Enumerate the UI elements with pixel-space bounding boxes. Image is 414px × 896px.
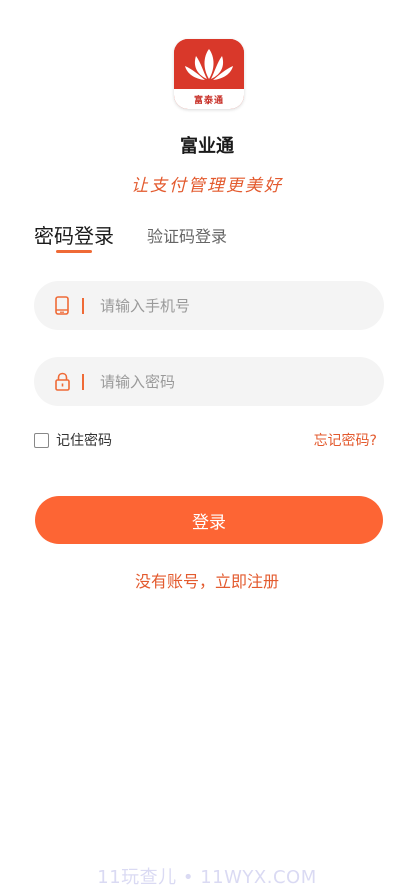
logo-text: 富泰通 (193, 95, 224, 106)
app-slogan: 让支付管理更美好 (131, 176, 283, 196)
remember-label: 记住密码 (56, 433, 112, 449)
phone-input[interactable] (100, 296, 340, 315)
password-field[interactable] (34, 357, 384, 406)
remember-checkbox[interactable] (34, 432, 49, 448)
field-separator (82, 373, 84, 390)
active-tab-indicator (56, 250, 92, 253)
app-name: 富业通 (180, 136, 234, 157)
tab-code-login[interactable]: 验证码登录 (147, 223, 227, 247)
login-button[interactable]: 登录 (35, 496, 383, 544)
phone-icon (53, 296, 71, 316)
field-separator (82, 297, 84, 314)
register-link[interactable]: 没有账号，立即注册 (0, 568, 414, 592)
tab-password-login[interactable]: 密码登录 (34, 220, 114, 249)
phone-field[interactable] (34, 281, 384, 330)
lock-icon (53, 372, 71, 392)
forgot-password-link[interactable]: 忘记密码? (314, 430, 377, 450)
logo-strip: 富泰通 (174, 89, 244, 109)
password-input[interactable] (100, 372, 340, 391)
lotus-icon (174, 39, 244, 91)
remember-password-toggle[interactable]: 记住密码 (34, 430, 112, 450)
app-logo: 富泰通 (174, 39, 244, 109)
watermark: 11玩查儿 • 11WYX.COM (97, 867, 317, 888)
